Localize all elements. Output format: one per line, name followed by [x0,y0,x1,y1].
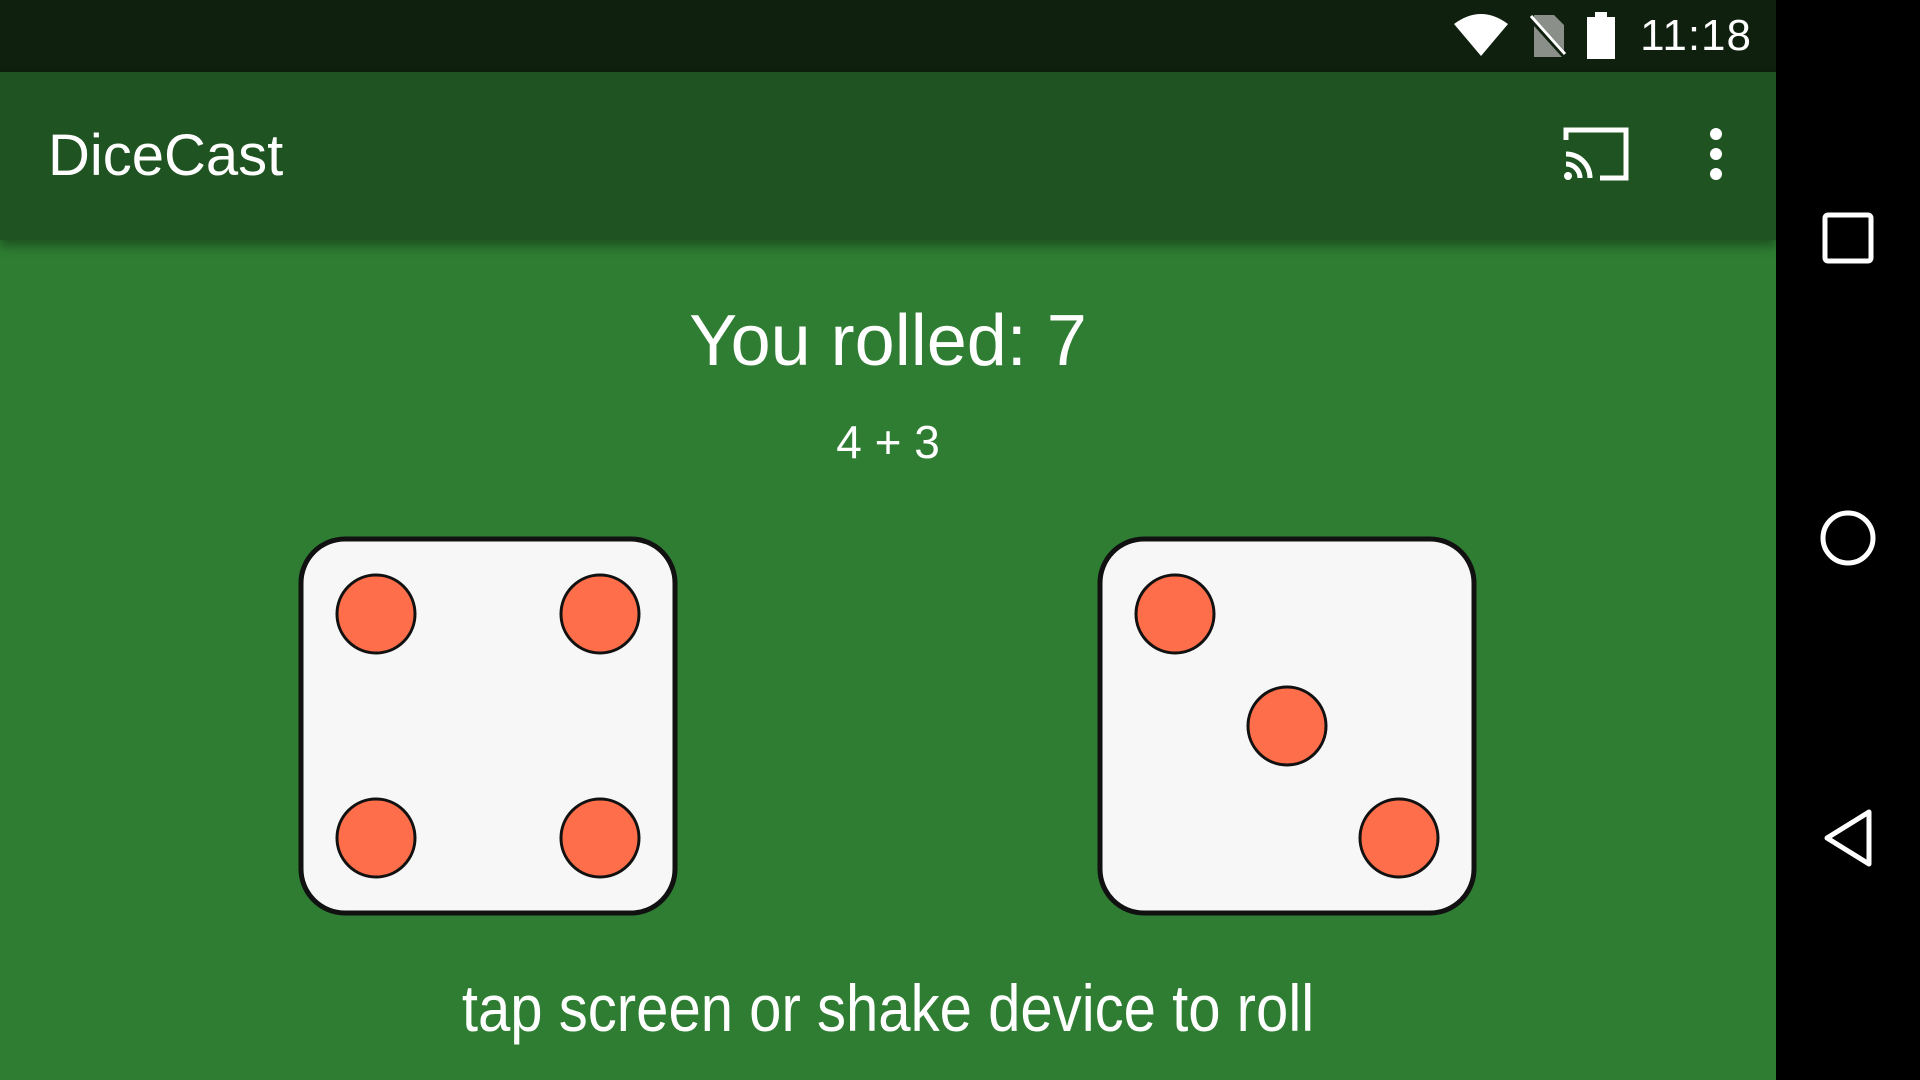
status-clock: 11:18 [1640,11,1752,60]
die-four-face [298,536,678,916]
cast-icon [1560,124,1632,189]
home-icon [1819,509,1877,572]
roll-breakdown: 4 + 3 [836,416,940,468]
die-pip [335,573,417,655]
dicecast-app[interactable]: 11:18 DiceCast You rolled: 7 4 + 3 tap s… [0,0,1776,1080]
cast-button[interactable] [1536,96,1656,216]
die-pip [559,573,641,655]
roll-result-title: You rolled: 7 [689,301,1087,381]
app-bar: DiceCast [0,72,1776,240]
overflow-menu-button[interactable] [1656,96,1776,216]
die-pip [1358,797,1440,879]
recents-icon [1822,212,1874,269]
back-icon [1822,808,1874,873]
die-pip [1134,573,1216,655]
die-left[interactable] [298,536,678,916]
roll-area[interactable]: You rolled: 7 4 + 3 tap screen or shake … [0,240,1776,1080]
no-sim-icon [1528,13,1569,59]
die-pip [335,797,417,879]
device-screen: 11:18 DiceCast You rolled: 7 4 + 3 tap s… [0,0,1920,1080]
home-button[interactable] [1800,492,1896,588]
wifi-icon [1452,14,1510,58]
back-button[interactable] [1800,792,1896,888]
die-right[interactable] [1097,536,1477,916]
app-bar-actions [1536,72,1776,240]
app-title: DiceCast [48,123,284,188]
navigation-bar [1776,0,1920,1080]
status-bar: 11:18 [0,0,1776,72]
battery-icon [1586,12,1616,60]
recents-button[interactable] [1800,192,1896,288]
die-pip [559,797,641,879]
die-pip [1246,685,1328,767]
overflow-menu-icon [1708,126,1724,187]
die-three-face [1097,536,1477,916]
roll-hint: tap screen or shake device to roll [461,971,1315,1045]
status-icons: 11:18 [1452,0,1752,72]
